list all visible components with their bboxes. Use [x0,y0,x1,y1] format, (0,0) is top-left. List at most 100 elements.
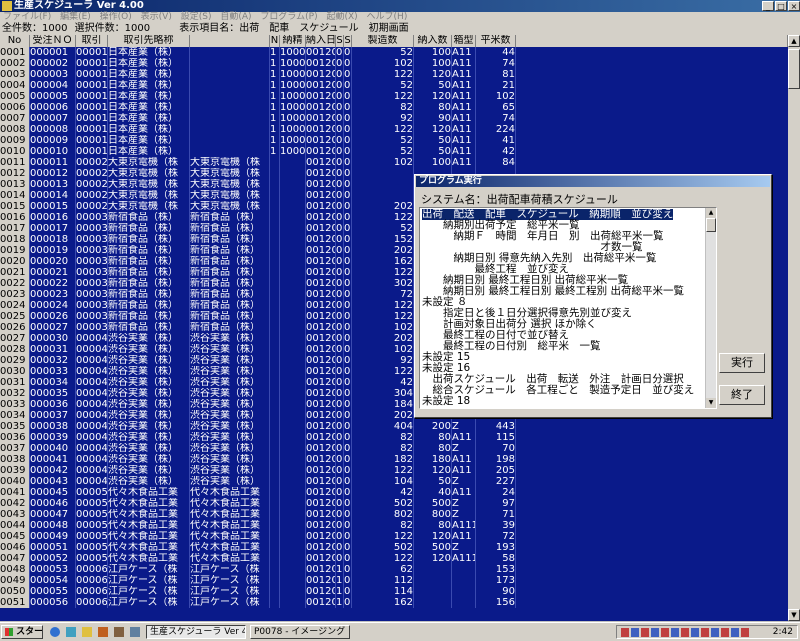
col-s1-cell: 1 [336,586,344,597]
table-row[interactable]: 000100000100001日本産業（株）110000012010052100… [0,47,788,58]
col-delivery-qty-header[interactable]: 納入数 [414,35,452,47]
table-row[interactable]: 003800004100004渋谷実業（株）渋谷実業（株）00120100182… [0,454,788,465]
col-ship-name-cell: 渋谷実業（株） [190,443,270,454]
menu-view[interactable]: 表示(V) [141,12,172,22]
col-production-qty-cell: 42 [352,487,414,498]
menu-settings[interactable]: 設定(S) [181,12,212,22]
col-s2-header[interactable]: S [344,35,352,47]
table-row[interactable]: 001100001100002大東京電機（株大東京電機（株00120100102… [0,157,788,168]
table-row[interactable]: 000700000700001日本産業（株）11000001201009290A… [0,113,788,124]
table-row[interactable]: 000200000200001日本産業（株）110000012010010210… [0,58,788,69]
menu-auto[interactable]: 自動(A) [220,12,251,22]
col-client-name-header[interactable]: 取引先略称 [108,35,190,47]
quicklaunch-app2-icon[interactable] [130,627,140,637]
program-list-item[interactable]: 未設定 18 [422,396,470,407]
col-order-no-header[interactable]: 受注ＮＯ [30,35,76,47]
table-row[interactable]: 003700004000004渋谷実業（株）渋谷実業（株）00120100828… [0,443,788,454]
col-ship-name-cell: 渋谷実業（株） [190,399,270,410]
table-row[interactable]: 004400004800005代々木食品工業代々木食品工業00120100828… [0,520,788,531]
close-button[interactable]: × [788,1,800,11]
col-precision-header[interactable]: 納精 [280,35,306,47]
table-row[interactable]: 004900005400006江戸ケース（株江戸ケース（株00120110112… [0,575,788,586]
col-no-cell: 0041 [0,487,30,498]
list-scroll-down-arrow[interactable]: ▼ [706,398,716,408]
task-scheduler[interactable]: 生産スケジューラ Ver 4... [146,625,246,639]
col-order-no-cell: 000018 [30,234,76,245]
table-row[interactable]: 000400000400001日本産業（株）11000001201005250A… [0,80,788,91]
col-production-qty-cell: 502 [352,542,414,553]
col-order-no-cell: 000027 [30,322,76,333]
tray-icons[interactable] [621,628,751,637]
col-production-qty-cell [352,168,414,179]
table-row[interactable]: 003500003800004渋谷実業（株）渋谷実業（株）00120100404… [0,421,788,432]
col-ship-name-header[interactable] [190,35,270,47]
list-scroll-up-arrow[interactable]: ▲ [706,208,716,218]
table-row[interactable]: 005100005600006江戸ケース（株江戸ケース（株00120110162… [0,597,788,608]
col-no-header[interactable]: No [0,35,30,47]
col-n-cell [270,432,280,443]
table-row[interactable]: 004100004500005代々木食品工業代々木食品工業00120100424… [0,487,788,498]
col-s1-cell: 0 [336,91,344,102]
menu-launch[interactable]: 起動(X) [326,12,357,22]
col-client-code-header[interactable]: 取引 [76,35,108,47]
close-dialog-button[interactable]: 終了 [719,385,765,405]
col-production-qty-header[interactable]: 製造数 [352,35,414,47]
table-row[interactable]: 003600003900004渋谷実業（株）渋谷実業（株）00120100828… [0,432,788,443]
quicklaunch-desktop-icon[interactable] [66,627,76,637]
col-n-cell [270,256,280,267]
table-row[interactable]: 004300004700005代々木食品工業代々木食品工業00120100802… [0,509,788,520]
start-button[interactable]: スタート [1,625,43,639]
menu-help[interactable]: ヘルプ(H) [367,12,408,22]
table-row[interactable]: 001000001000001日本産業（株）11000001201005250A… [0,146,788,157]
col-square-meters-header[interactable]: 平米数 [476,35,516,47]
table-row[interactable]: 004800005300006江戸ケース（株江戸ケース（株00120110621… [0,564,788,575]
col-client-name-cell: 渋谷実業（株） [108,476,190,487]
col-production-qty-cell: 202 [352,245,414,256]
table-row[interactable]: 004600005100005代々木食品工業代々木食品工業00120100502… [0,542,788,553]
scroll-down-arrow[interactable]: ▼ [788,609,800,621]
run-button[interactable]: 実行 [719,353,765,373]
task-imaging[interactable]: P0078 - イメージング [250,625,350,639]
col-square-meters-cell: 84 [476,157,516,168]
col-ship-name-cell: 渋谷実業（株） [190,421,270,432]
col-box-type-header[interactable]: 箱型 [452,35,476,47]
quicklaunch-ie-icon[interactable] [50,627,60,637]
menu-edit[interactable]: 編集(E) [60,12,91,22]
col-s1-cell: 0 [336,410,344,421]
table-row[interactable]: 000900000900001日本産業（株）11000001201005250A… [0,135,788,146]
quicklaunch-app-icon[interactable] [114,627,124,637]
col-delivery-date-header[interactable]: 納入日 [306,35,336,47]
table-row[interactable]: 003900004200004渋谷実業（株）渋谷実業（株）00120100122… [0,465,788,476]
scroll-up-arrow[interactable]: ▲ [788,35,800,47]
table-row[interactable]: 004500004900005代々木食品工業代々木食品工業00120100122… [0,531,788,542]
table-row[interactable]: 004700005200005代々木食品工業代々木食品工業00120100122… [0,553,788,564]
table-row[interactable]: 000500000500001日本産業（株）110000012010012212… [0,91,788,102]
col-box-type-cell: Z [452,509,476,520]
col-client-code-cell: 00003 [76,289,108,300]
list-scroll-thumb[interactable] [706,218,716,232]
table-row[interactable]: 004200004600005代々木食品工業代々木食品工業00120100502… [0,498,788,509]
menu-file[interactable]: ファイル(F) [3,12,51,22]
table-row[interactable]: 005000005500006江戸ケース（株江戸ケース（株00120110114… [0,586,788,597]
table-row[interactable]: 000300000300001日本産業（株）110000012010012212… [0,69,788,80]
listbox-scrollbar[interactable]: ▲ ▼ [705,208,716,408]
col-delivery-date-cell: 001201 [306,69,336,80]
menu-program[interactable]: プログラム(P) [260,12,317,22]
quicklaunch-media-icon[interactable] [98,627,108,637]
col-n-header[interactable]: N [270,35,280,47]
table-row[interactable]: 004000004300004渋谷実業（株）渋谷実業（株）00120100104… [0,476,788,487]
col-client-code-cell: 00004 [76,388,108,399]
quicklaunch-explorer-icon[interactable] [82,627,92,637]
col-s1-header[interactable]: S [336,35,344,47]
maximize-button[interactable]: □ [775,1,787,11]
minimize-button[interactable]: _ [762,1,774,11]
table-row[interactable]: 000600000600001日本産業（株）11000001201008280A… [0,102,788,113]
scroll-thumb[interactable] [788,49,800,89]
program-listbox[interactable]: 出荷 配送 配車 スケジュール 納期順 並び変え 納期別出荷予定 総平米一覧 納… [419,207,717,409]
col-n-cell [270,498,280,509]
col-precision-cell [280,388,306,399]
table-row[interactable]: 000800000800001日本産業（株）110000012010012212… [0,124,788,135]
menu-operation[interactable]: 操作(O) [100,12,132,22]
col-client-code-cell: 00004 [76,366,108,377]
vertical-scrollbar[interactable]: ▲ ▼ [788,35,800,621]
